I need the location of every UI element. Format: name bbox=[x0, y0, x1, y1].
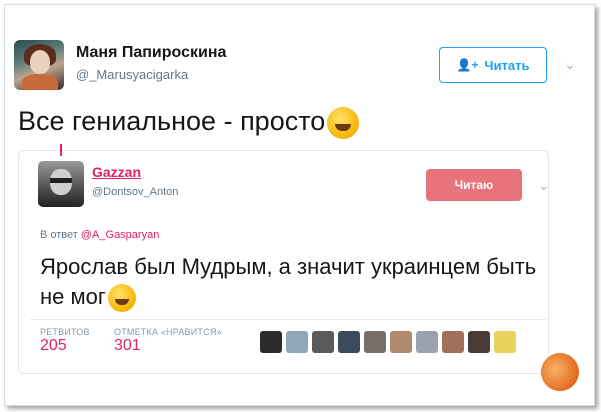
reply-to-line: В ответ @A_Gasparyan bbox=[40, 229, 159, 241]
quoted-author-avatar[interactable] bbox=[38, 161, 84, 207]
liker-avatar[interactable] bbox=[364, 331, 386, 353]
retweets-count[interactable]: 205 bbox=[40, 337, 67, 355]
avatar-body bbox=[22, 74, 58, 90]
liker-avatar[interactable] bbox=[312, 331, 334, 353]
tweet-text-content: Все гениальное - просто bbox=[18, 106, 326, 136]
liker-avatar[interactable] bbox=[442, 331, 464, 353]
liker-avatars bbox=[260, 331, 516, 353]
liker-avatar[interactable] bbox=[468, 331, 490, 353]
author-avatar[interactable] bbox=[14, 40, 64, 90]
liker-avatar[interactable] bbox=[390, 331, 412, 353]
avatar-face bbox=[30, 50, 50, 74]
likes-count[interactable]: 301 bbox=[114, 337, 141, 355]
liker-avatar[interactable] bbox=[494, 331, 516, 353]
avatar-glasses bbox=[50, 178, 72, 183]
reply-mention-link[interactable]: @A_Gasparyan bbox=[81, 229, 159, 241]
quoted-username[interactable]: @Dontsov_Anton bbox=[92, 186, 178, 198]
likes-label: ОТМЕТКА «НРАВИТСЯ» bbox=[114, 327, 222, 337]
author-display-name[interactable]: Маня Папироскина bbox=[76, 44, 226, 62]
grinning-squinting-emoji-icon bbox=[107, 284, 136, 313]
quoted-display-name[interactable]: Gazzan bbox=[92, 164, 141, 180]
reply-prefix: В ответ bbox=[40, 229, 78, 241]
liker-avatar[interactable] bbox=[286, 331, 308, 353]
follow-button[interactable]: 👤+ Читать bbox=[439, 47, 547, 83]
quoted-tweet-text: Ярослав был Мудрым, а значит украинцем б… bbox=[40, 252, 540, 313]
rolling-laughing-emoji-icon bbox=[327, 106, 360, 139]
stats-divider bbox=[30, 319, 547, 320]
liker-avatar[interactable] bbox=[260, 331, 282, 353]
add-user-icon: 👤+ bbox=[456, 58, 479, 72]
thread-marker bbox=[60, 144, 62, 156]
chevron-down-icon[interactable]: ⌄ bbox=[538, 177, 550, 194]
author-username[interactable]: @_Marusyacigarka bbox=[76, 67, 188, 82]
retweets-label: РЕТВИТОВ bbox=[40, 327, 90, 337]
tweet-text: Все гениальное - просто bbox=[18, 106, 360, 139]
follow-button-label: Читать bbox=[484, 57, 530, 73]
following-button[interactable]: Читаю bbox=[426, 169, 522, 201]
liker-avatar[interactable] bbox=[416, 331, 438, 353]
chevron-down-icon[interactable]: ⌄ bbox=[564, 56, 576, 73]
liker-avatar[interactable] bbox=[338, 331, 360, 353]
